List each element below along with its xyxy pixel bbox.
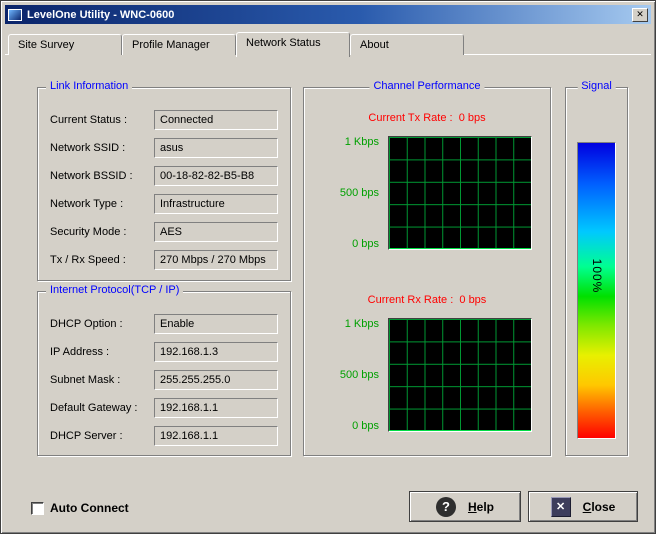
rx-graph-area: 1 Kbps 500 bps 0 bps	[304, 318, 550, 432]
title-bar: LevelOne Utility - WNC-0600 ✕	[5, 5, 651, 24]
dhcp-option-row: DHCP Option : Enable	[50, 314, 278, 334]
network-bssid-row: Network BSSID : 00-18-82-82-B5-B8	[50, 166, 278, 186]
rx-rate-value: 0 bps	[459, 294, 486, 306]
dhcp-option-value: Enable	[154, 314, 278, 334]
field-label: Network Type :	[50, 198, 154, 210]
security-mode-row: Security Mode : AES	[50, 222, 278, 242]
ip-address-value: 192.168.1.3	[154, 342, 278, 362]
dhcp-server-value: 192.168.1.1	[154, 426, 278, 446]
tab-bar: Site Survey Profile Manager Network Stat…	[8, 32, 464, 55]
tx-rate-label: Current Tx Rate : 0 bps	[304, 112, 550, 124]
current-status-row: Current Status : Connected	[50, 110, 278, 130]
signal-strength-bar: 100%	[577, 142, 616, 439]
network-type-value: Infrastructure	[154, 194, 278, 214]
rx-graph-yticks: 1 Kbps 500 bps 0 bps	[312, 318, 388, 432]
dhcp-server-row: DHCP Server : 192.168.1.1	[50, 426, 278, 446]
app-icon	[8, 9, 22, 21]
titlebar-close-button[interactable]: ✕	[632, 8, 648, 22]
close-button[interactable]: ✕ Close	[528, 491, 638, 522]
signal-strength-value: 100%	[590, 258, 604, 293]
ip-address-row: IP Address : 192.168.1.3	[50, 342, 278, 362]
subnet-mask-value: 255.255.255.0	[154, 370, 278, 390]
field-label: Default Gateway :	[50, 402, 154, 414]
network-ssid-row: Network SSID : asus	[50, 138, 278, 158]
field-label: Current Status :	[50, 114, 154, 126]
tx-graph-yticks: 1 Kbps 500 bps 0 bps	[312, 136, 388, 250]
field-label: Security Mode :	[50, 226, 154, 238]
subnet-mask-row: Subnet Mask : 255.255.255.0	[50, 370, 278, 390]
current-status-value: Connected	[154, 110, 278, 130]
help-icon: ?	[436, 497, 456, 517]
rx-rate-label: Current Rx Rate : 0 bps	[304, 294, 550, 306]
network-bssid-value: 00-18-82-82-B5-B8	[154, 166, 278, 186]
rx-rate-trace	[389, 430, 531, 431]
tab-profile-manager[interactable]: Profile Manager	[122, 34, 236, 55]
link-information-title: Link Information	[46, 80, 132, 92]
field-label: Tx / Rx Speed :	[50, 254, 154, 266]
auto-connect-checkbox[interactable]	[31, 502, 44, 515]
field-label: IP Address :	[50, 346, 154, 358]
tx-graph-area: 1 Kbps 500 bps 0 bps	[304, 136, 550, 250]
field-label: DHCP Option :	[50, 318, 154, 330]
tx-rate-graph	[388, 136, 532, 250]
close-button-label: Close	[583, 500, 616, 514]
security-mode-value: AES	[154, 222, 278, 242]
auto-connect-label[interactable]: Auto Connect	[50, 501, 129, 515]
default-gateway-row: Default Gateway : 192.168.1.1	[50, 398, 278, 418]
field-label: Subnet Mask :	[50, 374, 154, 386]
network-type-row: Network Type : Infrastructure	[50, 194, 278, 214]
field-label: Network SSID :	[50, 142, 154, 154]
signal-title: Signal	[577, 80, 616, 92]
network-ssid-value: asus	[154, 138, 278, 158]
window-title: LevelOne Utility - WNC-0600	[27, 9, 174, 21]
signal-group: Signal 100%	[565, 87, 628, 456]
default-gateway-value: 192.168.1.1	[154, 398, 278, 418]
tab-site-survey[interactable]: Site Survey	[8, 34, 122, 55]
close-icon: ✕	[636, 10, 644, 19]
channel-performance-title: Channel Performance	[369, 80, 484, 92]
tx-rate-value: 0 bps	[459, 112, 486, 124]
tx-rx-speed-value: 270 Mbps / 270 Mbps	[154, 250, 278, 270]
help-button-label: Help	[468, 500, 494, 514]
internet-protocol-title: Internet Protocol(TCP / IP)	[46, 284, 183, 296]
help-button[interactable]: ? Help	[409, 491, 521, 522]
app-window: LevelOne Utility - WNC-0600 ✕ Site Surve…	[0, 0, 656, 534]
link-information-group: Link Information Current Status : Connec…	[37, 87, 291, 281]
tab-about[interactable]: About	[350, 34, 464, 55]
close-button-icon: ✕	[551, 497, 571, 517]
channel-performance-group: Channel Performance Current Tx Rate : 0 …	[303, 87, 551, 456]
field-label: DHCP Server :	[50, 430, 154, 442]
rx-rate-graph	[388, 318, 532, 432]
internet-protocol-group: Internet Protocol(TCP / IP) DHCP Option …	[37, 291, 291, 456]
tx-rate-trace	[389, 248, 531, 249]
field-label: Network BSSID :	[50, 170, 154, 182]
tab-network-status[interactable]: Network Status	[236, 32, 350, 57]
tx-rx-speed-row: Tx / Rx Speed : 270 Mbps / 270 Mbps	[50, 250, 278, 270]
